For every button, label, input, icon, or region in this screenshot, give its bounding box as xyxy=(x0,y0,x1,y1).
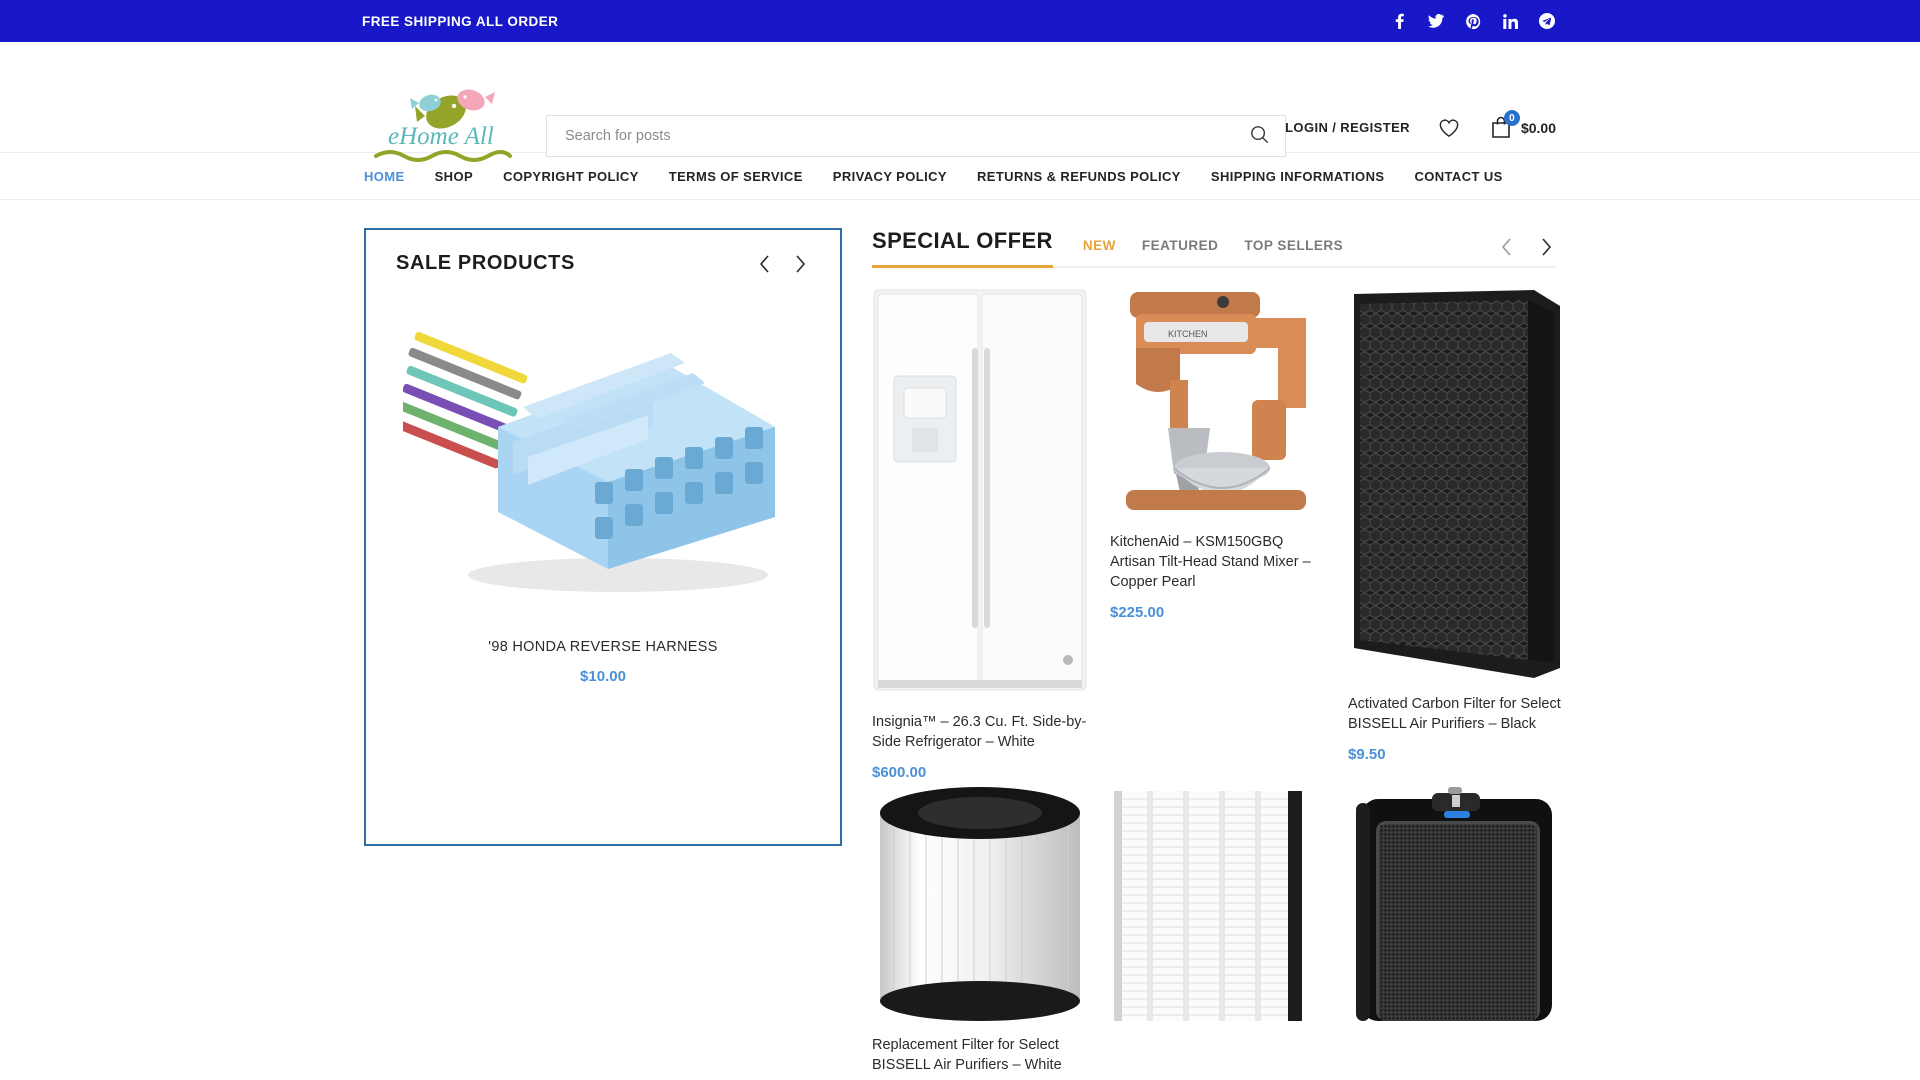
chevron-left-icon[interactable] xyxy=(754,253,774,275)
nav-item-contact-us[interactable]: CONTACT US xyxy=(1414,169,1502,184)
product-name[interactable]: Activated Carbon Filter for Select BISSE… xyxy=(1348,694,1564,734)
nav-item-terms-of-service[interactable]: TERMS OF SERVICE xyxy=(669,169,803,184)
chevron-left-icon[interactable] xyxy=(1496,236,1516,258)
main-navigation: HOME SHOP COPYRIGHT POLICY TERMS OF SERV… xyxy=(0,152,1920,200)
nav-item-shop[interactable]: SHOP xyxy=(435,169,473,184)
special-offer-title: SPECIAL OFFER xyxy=(872,228,1053,268)
shopping-bag-icon: 0 xyxy=(1490,110,1520,139)
product-card[interactable]: Insignia™ – 26.3 Cu. Ft. Side-by-Side Re… xyxy=(872,288,1088,781)
special-offer-header: SPECIAL OFFER NEW FEATURED TOP SELLERS xyxy=(872,228,1556,268)
cart-total: $0.00 xyxy=(1520,119,1556,136)
search-icon xyxy=(1250,125,1269,147)
nav-item-returns-refunds-policy[interactable]: RETURNS & REFUNDS POLICY xyxy=(977,169,1181,184)
svg-text:eHome All: eHome All xyxy=(388,123,494,150)
product-image[interactable] xyxy=(872,785,1088,1021)
sale-product-image[interactable] xyxy=(396,301,810,613)
product-image[interactable] xyxy=(1348,785,1564,1021)
account-area: LOGIN / REGISTER 0 $0.00 xyxy=(1285,110,1556,139)
sale-products-carousel-controls xyxy=(754,253,810,275)
product-card[interactable]: Activated Carbon Filter for Select BISSE… xyxy=(1348,288,1564,781)
product-name[interactable]: KitchenAid – KSM150GBQ Artisan Tilt-Head… xyxy=(1110,532,1326,592)
product-card[interactable] xyxy=(1110,785,1326,1080)
product-price: $600.00 xyxy=(872,764,927,781)
sale-products-header: SALE PRODUCTS xyxy=(396,252,810,275)
sale-product-price: $10.00 xyxy=(580,668,626,685)
search-input[interactable] xyxy=(547,116,1233,156)
site-header: eHome All LOGIN / REGISTER 0 $0.00 xyxy=(0,42,1920,162)
cart-button[interactable]: 0 $0.00 xyxy=(1490,110,1556,139)
search-bar[interactable] xyxy=(546,115,1286,157)
login-register-link[interactable]: LOGIN / REGISTER xyxy=(1285,120,1410,135)
sale-products-title: SALE PRODUCTS xyxy=(396,252,575,274)
product-card[interactable]: KITCHEN KitchenAid – KSM150GBQ Artisan T… xyxy=(1110,288,1326,781)
twitter-icon[interactable] xyxy=(1428,13,1444,30)
product-name[interactable]: Replacement Filter for Select BISSELL Ai… xyxy=(872,1035,1088,1075)
facebook-icon[interactable] xyxy=(1391,13,1407,30)
social-links xyxy=(1391,13,1555,30)
product-image[interactable] xyxy=(872,288,1088,698)
product-card[interactable]: Replacement Filter for Select BISSELL Ai… xyxy=(872,785,1088,1080)
tab-new[interactable]: NEW xyxy=(1083,238,1116,253)
chevron-right-icon[interactable] xyxy=(1536,236,1556,258)
search-button[interactable] xyxy=(1233,116,1285,156)
telegram-icon[interactable] xyxy=(1539,13,1555,30)
linkedin-icon[interactable] xyxy=(1502,13,1518,30)
special-offer-section: SPECIAL OFFER NEW FEATURED TOP SELLERS I… xyxy=(872,228,1564,1080)
special-offer-carousel-controls xyxy=(1496,236,1556,258)
product-price: $9.50 xyxy=(1348,746,1386,763)
special-offer-tabs: NEW FEATURED TOP SELLERS xyxy=(1083,238,1343,255)
product-price: $225.00 xyxy=(1110,604,1165,621)
announcement-bar: FREE SHIPPING ALL ORDER xyxy=(0,0,1920,42)
announcement-text: FREE SHIPPING ALL ORDER xyxy=(362,13,559,29)
product-image[interactable] xyxy=(1110,785,1326,1021)
product-card[interactable] xyxy=(1348,785,1564,1080)
product-name[interactable]: Insignia™ – 26.3 Cu. Ft. Side-by-Side Re… xyxy=(872,712,1088,752)
pinterest-icon[interactable] xyxy=(1465,13,1481,30)
tab-featured[interactable]: FEATURED xyxy=(1142,238,1219,253)
nav-item-privacy-policy[interactable]: PRIVACY POLICY xyxy=(833,169,947,184)
heart-icon[interactable] xyxy=(1438,118,1460,138)
sale-product-name[interactable]: '98 HONDA REVERSE HARNESS xyxy=(396,639,810,655)
page-content: SALE PRODUCTS '98 HONDA REVERSE HARNESS … xyxy=(0,200,1920,1080)
sale-products-panel: SALE PRODUCTS '98 HONDA REVERSE HARNESS … xyxy=(364,228,842,846)
nav-item-home[interactable]: HOME xyxy=(364,169,405,184)
svg-text:KITCHEN: KITCHEN xyxy=(1168,329,1208,339)
product-image[interactable]: KITCHEN xyxy=(1110,288,1326,518)
nav-item-shipping-informations[interactable]: SHIPPING INFORMATIONS xyxy=(1211,169,1385,184)
tab-top-sellers[interactable]: TOP SELLERS xyxy=(1244,238,1343,253)
product-image[interactable] xyxy=(1348,288,1564,680)
product-grid: Insignia™ – 26.3 Cu. Ft. Side-by-Side Re… xyxy=(872,288,1564,1080)
site-logo[interactable]: eHome All xyxy=(368,86,516,164)
chevron-right-icon[interactable] xyxy=(790,253,810,275)
nav-item-copyright-policy[interactable]: COPYRIGHT POLICY xyxy=(503,169,639,184)
cart-count-badge: 0 xyxy=(1503,110,1520,126)
